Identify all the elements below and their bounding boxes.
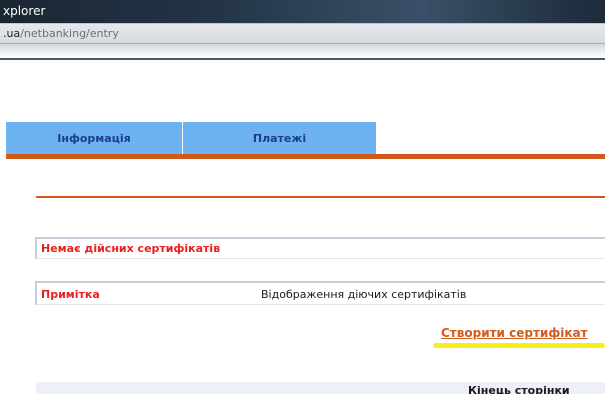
no-certificates-message: Немає дійсних сертифікатів: [41, 242, 221, 255]
highlight-underline: [433, 343, 605, 348]
browser-page: xplorer .ua/netbanking/entry Інформація …: [0, 0, 605, 394]
tab-information[interactable]: Інформація: [6, 122, 183, 154]
window-title: xplorer: [3, 4, 46, 18]
page-footer: Кінець сторінки: [36, 382, 605, 394]
no-certificates-row: Немає дійсних сертифікатів: [35, 237, 605, 259]
tab-bar-underline: [6, 154, 605, 159]
tab-payments-label: Платежі: [252, 131, 307, 145]
tab-information-label: Інформація: [57, 131, 131, 145]
address-url[interactable]: .ua/netbanking/entry: [3, 27, 119, 40]
address-domain: .ua: [3, 27, 21, 40]
tab-payments[interactable]: Платежі: [183, 122, 376, 154]
address-path: /netbanking/entry: [20, 27, 119, 40]
main-tabs: Інформація Платежі: [6, 122, 376, 154]
note-label: Примітка: [41, 288, 100, 301]
address-bar[interactable]: .ua/netbanking/entry: [0, 23, 605, 44]
chrome-divider: [0, 58, 605, 60]
footer-text: Кінець сторінки: [468, 384, 570, 394]
create-certificate-link[interactable]: Створити сертифікат: [441, 326, 588, 340]
section-divider: [36, 196, 605, 198]
note-row: Примітка Відображення діючих сертифікаті…: [35, 281, 605, 305]
toolbar-area: [0, 44, 605, 58]
window-titlebar[interactable]: xplorer: [0, 0, 605, 23]
note-value: Відображення діючих сертифікатів: [261, 288, 467, 301]
